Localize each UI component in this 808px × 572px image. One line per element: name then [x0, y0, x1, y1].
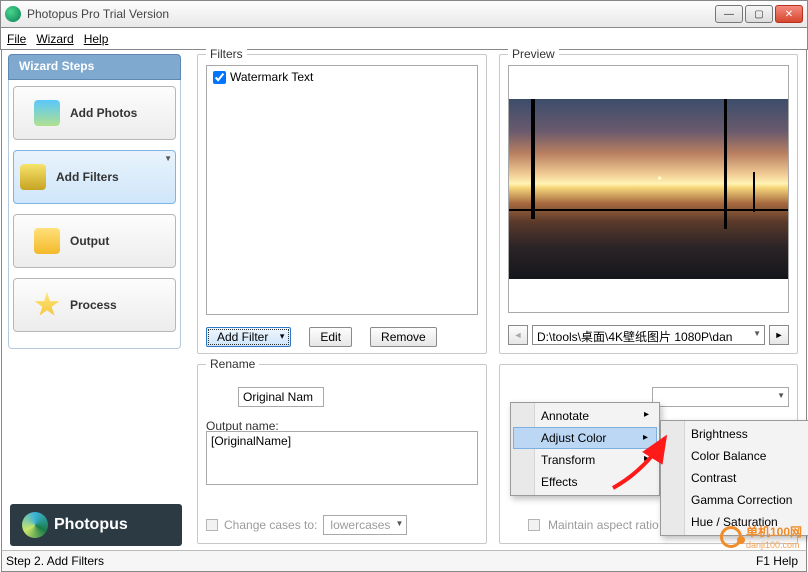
menu-adjust-color[interactable]: Adjust Color	[513, 427, 657, 449]
wand-icon	[20, 164, 46, 190]
filters-label: Filters	[206, 47, 247, 61]
filter-list[interactable]: Watermark Text	[206, 65, 478, 315]
output-name-field[interactable]: [OriginalName]	[206, 431, 478, 485]
filter-item[interactable]: Watermark Text	[213, 70, 471, 84]
sidebar-item-label: Add Filters	[56, 170, 119, 184]
adjust-color-submenu: Brightness Color Balance Contrast Gamma …	[660, 420, 808, 536]
watermark-url: danji100.com	[746, 540, 802, 550]
sidebar: Wizard Steps Add Photos Add Filters Outp…	[2, 50, 187, 550]
wizard-process[interactable]: Process	[13, 278, 176, 332]
wizard-output[interactable]: Output	[13, 214, 176, 268]
close-button[interactable]: ✕	[775, 5, 803, 23]
preview-label: Preview	[508, 47, 559, 61]
size-mode-select[interactable]	[652, 387, 789, 407]
star-icon	[34, 292, 60, 318]
filter-item-checkbox[interactable]	[213, 71, 226, 84]
window-title: Photopus Pro Trial Version	[27, 7, 715, 21]
original-name-field[interactable]: Original Nam	[238, 387, 324, 407]
wizard-add-photos[interactable]: Add Photos	[13, 86, 176, 140]
menu-help[interactable]: Help	[84, 32, 109, 46]
rename-group: Rename Original Nam Output name: [Origin…	[197, 364, 487, 544]
photos-icon	[34, 100, 60, 126]
menu-brightness[interactable]: Brightness	[663, 423, 808, 445]
brand-banner: Photopus	[10, 504, 182, 546]
menu-wizard[interactable]: Wizard	[36, 32, 73, 46]
maximize-button[interactable]: ▢	[745, 5, 773, 23]
menu-bar: File Wizard Help	[0, 28, 808, 50]
maintain-aspect-label: Maintain aspect ratio	[548, 518, 659, 532]
filters-group: Filters Watermark Text Add Filter Edit R…	[197, 54, 487, 354]
brand-logo-icon	[22, 512, 48, 538]
change-cases-select[interactable]: lowercases	[323, 515, 407, 535]
status-help: F1 Help	[756, 554, 798, 568]
change-cases-label: Change cases to:	[224, 518, 317, 532]
menu-effects[interactable]: Effects	[513, 471, 657, 493]
wizard-add-filters[interactable]: Add Filters	[13, 150, 176, 204]
menu-gamma-correction[interactable]: Gamma Correction	[663, 489, 808, 511]
add-filter-menu: Annotate Adjust Color Transform Effects	[510, 402, 660, 496]
app-icon	[5, 6, 21, 22]
rename-label: Rename	[206, 357, 259, 371]
preview-image	[508, 65, 789, 313]
watermark-icon	[720, 526, 742, 548]
filter-item-label: Watermark Text	[230, 70, 313, 84]
remove-filter-button[interactable]: Remove	[370, 327, 437, 347]
sidebar-item-label: Add Photos	[70, 106, 137, 120]
sidebar-header: Wizard Steps	[8, 54, 181, 80]
menu-color-balance[interactable]: Color Balance	[663, 445, 808, 467]
preview-group: Preview ◄ D:\tools\桌面\4K壁纸图片 1080P\dan ►	[499, 54, 798, 354]
edit-filter-button[interactable]: Edit	[309, 327, 352, 347]
status-step: Step 2. Add Filters	[6, 554, 104, 568]
sidebar-item-label: Process	[70, 298, 117, 312]
brand-text: Photopus	[54, 516, 128, 534]
menu-transform[interactable]: Transform	[513, 449, 657, 471]
menu-contrast[interactable]: Contrast	[663, 467, 808, 489]
preview-prev-button[interactable]: ◄	[508, 325, 528, 345]
change-cases-checkbox[interactable]	[206, 519, 218, 531]
folder-icon	[34, 228, 60, 254]
menu-annotate[interactable]: Annotate	[513, 405, 657, 427]
sidebar-item-label: Output	[70, 234, 109, 248]
minimize-button[interactable]: —	[715, 5, 743, 23]
preview-path-select[interactable]: D:\tools\桌面\4K壁纸图片 1080P\dan	[532, 325, 765, 345]
watermark-brand: 单机100网	[746, 525, 802, 539]
add-filter-button[interactable]: Add Filter	[206, 327, 291, 347]
status-bar: Step 2. Add Filters F1 Help	[1, 550, 807, 572]
menu-file[interactable]: File	[7, 32, 26, 46]
watermark: 单机100网danji100.com	[720, 523, 802, 550]
title-bar: Photopus Pro Trial Version — ▢ ✕	[0, 0, 808, 28]
maintain-aspect-checkbox[interactable]	[528, 519, 540, 531]
preview-canvas	[509, 99, 788, 279]
preview-next-button[interactable]: ►	[769, 325, 789, 345]
